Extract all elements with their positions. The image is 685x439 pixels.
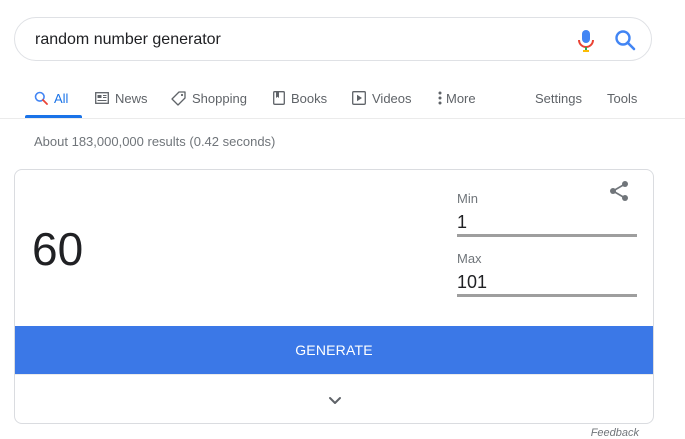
tab-books[interactable]: Books: [273, 88, 327, 108]
expand-row[interactable]: [15, 374, 653, 423]
tools-link[interactable]: Tools: [607, 88, 637, 108]
generate-button[interactable]: GENERATE: [15, 326, 653, 374]
settings-link[interactable]: Settings: [535, 88, 582, 108]
result-stats: About 183,000,000 results (0.42 seconds): [34, 134, 276, 149]
tab-shopping-label: Shopping: [192, 90, 247, 106]
tab-more-label: More: [446, 90, 476, 106]
feedback-link[interactable]: Feedback: [591, 427, 639, 439]
search-box[interactable]: random number generator: [14, 17, 652, 61]
tab-more[interactable]: More: [438, 88, 476, 108]
tab-all-label: All: [54, 90, 69, 106]
generated-number: 60: [32, 223, 84, 275]
min-input[interactable]: [457, 210, 637, 237]
more-vert-icon: [438, 91, 442, 105]
tab-videos[interactable]: Videos: [352, 88, 412, 108]
settings-label: Settings: [535, 90, 582, 106]
chevron-down-icon[interactable]: [326, 391, 344, 409]
search-icon[interactable]: [614, 29, 636, 51]
min-label: Min: [457, 191, 478, 206]
tab-books-label: Books: [291, 90, 328, 106]
random-number-card: 60 Min Max GENERATE: [14, 169, 654, 424]
news-icon: [95, 92, 109, 104]
book-icon: [273, 91, 285, 105]
search-input[interactable]: random number generator: [35, 31, 221, 49]
play-icon: [352, 91, 366, 105]
tab-all[interactable]: All: [34, 88, 68, 108]
tabs-divider: [0, 118, 685, 119]
tools-label: Tools: [607, 90, 638, 106]
tab-news[interactable]: News: [95, 88, 148, 108]
tab-shopping[interactable]: Shopping: [171, 88, 247, 108]
microphone-icon[interactable]: [576, 29, 596, 53]
tab-videos-label: Videos: [372, 90, 412, 106]
tag-icon: [171, 90, 186, 106]
max-input[interactable]: [457, 270, 637, 297]
search-icon: [34, 91, 48, 105]
share-icon[interactable]: [609, 180, 629, 202]
max-label: Max: [457, 251, 482, 266]
tab-news-label: News: [115, 90, 148, 106]
